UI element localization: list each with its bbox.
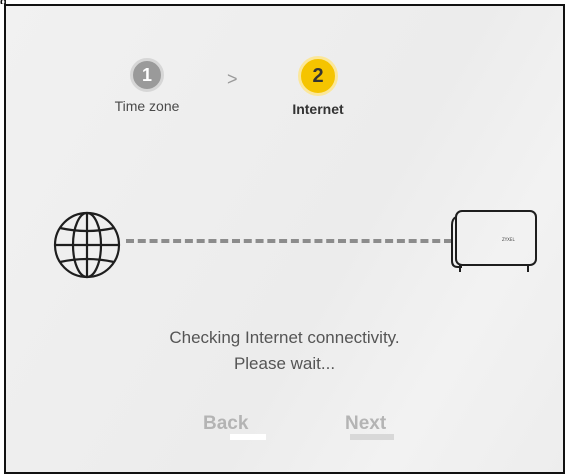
step-1-badge: 1 [130,58,164,92]
step-internet: 2 Internet [270,56,366,117]
wizard-panel: 1 Time zone > 2 Internet ZYXEL Checking … [4,4,565,474]
connection-line [126,239,452,243]
svg-text:ZYXEL: ZYXEL [502,237,515,242]
next-button[interactable]: Next [345,413,386,435]
step-2-label: Internet [292,101,344,117]
status-wait-message: Please wait... [233,354,336,373]
step-1-label: Time zone [114,98,180,114]
globe-icon [52,210,122,285]
back-button[interactable]: Back [203,413,248,435]
step-separator: > [227,69,238,89]
step-time-zone: 1 Time zone [102,58,192,114]
router-icon: ZYXEL [448,209,540,280]
step-2-badge: 2 [298,56,338,96]
status-message: Checking Internet connectivity. [169,328,400,347]
